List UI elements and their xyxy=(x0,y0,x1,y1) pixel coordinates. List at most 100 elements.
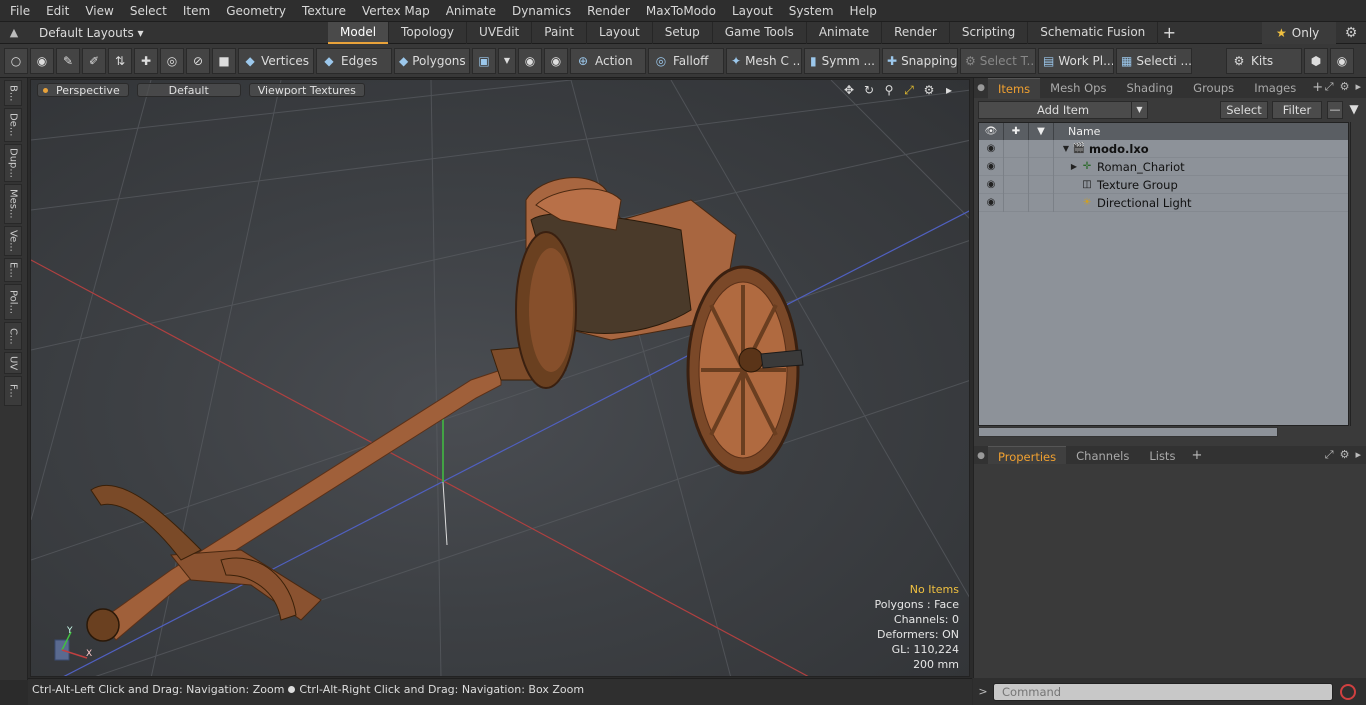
tab-model[interactable]: Model xyxy=(328,21,390,44)
tab-setup[interactable]: Setup xyxy=(653,21,713,44)
eye-icon[interactable]: ◉ xyxy=(979,157,1004,176)
menu-system[interactable]: System xyxy=(781,0,842,22)
command-history-icon[interactable]: > xyxy=(973,685,993,698)
side-tab-mesh-edit[interactable]: Mes... xyxy=(4,184,22,224)
menu-render[interactable]: Render xyxy=(579,0,638,22)
lock-cell[interactable] xyxy=(1004,157,1029,176)
menu-maxtomodo[interactable]: MaxToModo xyxy=(638,0,724,22)
pan-icon[interactable]: ✥ xyxy=(841,82,857,98)
menu-file[interactable]: File xyxy=(0,0,38,22)
list-item[interactable]: ◉ ▼ 🎬 modo.lxo xyxy=(979,139,1348,158)
panel-collapse-knob[interactable]: ● xyxy=(974,83,988,93)
shield-button[interactable]: ■ xyxy=(212,47,236,74)
gear-icon[interactable]: ⚙ xyxy=(1342,24,1360,42)
falloff-button[interactable]: ◎ Falloff xyxy=(648,47,724,74)
menu-view[interactable]: View xyxy=(77,0,121,22)
select-mode-button[interactable]: ○ xyxy=(4,47,28,74)
viewport-textures-button[interactable]: Viewport Textures xyxy=(248,83,365,97)
side-tab-basic[interactable]: B... xyxy=(4,80,22,106)
menu-item[interactable]: Item xyxy=(175,0,218,22)
layout-up-icon[interactable]: ▲ xyxy=(0,26,28,39)
visibility-column-eye-icon[interactable]: 👁 xyxy=(979,123,1004,140)
menu-select[interactable]: Select xyxy=(122,0,175,22)
expand-arrow-icon[interactable]: ▶ xyxy=(1068,162,1080,171)
tab-lists[interactable]: Lists xyxy=(1139,446,1185,466)
panel-collapse-knob[interactable]: ● xyxy=(974,451,988,461)
list-item[interactable]: ◉ ◫ Texture Group xyxy=(979,175,1348,194)
item-mode-button[interactable]: ▣ xyxy=(472,47,496,74)
expand-icon[interactable]: ⤢ xyxy=(1325,80,1334,94)
work-plane-button[interactable]: ▤ Work Pl... xyxy=(1038,47,1114,74)
eye-icon[interactable]: ◉ xyxy=(979,175,1004,194)
only-toggle[interactable]: ★ Only xyxy=(1262,22,1336,44)
side-tab-edge[interactable]: E... xyxy=(4,258,22,282)
menu-geometry[interactable]: Geometry xyxy=(218,0,294,22)
pen-button[interactable]: ✎ xyxy=(56,47,80,74)
side-tab-duplicate[interactable]: Dup... xyxy=(4,144,22,182)
eye-icon[interactable]: ◉ xyxy=(979,139,1004,158)
panel-menu-icon[interactable]: ▸ xyxy=(1355,448,1361,462)
side-tab-fusion[interactable]: F... xyxy=(4,376,22,406)
tab-mesh-ops[interactable]: Mesh Ops xyxy=(1040,78,1116,98)
mesh-constraints-button[interactable]: ✦ Mesh C ... xyxy=(726,47,802,74)
item-list-hscrollbar[interactable] xyxy=(978,427,1278,437)
tab-animate[interactable]: Animate xyxy=(807,21,883,44)
side-tab-vertex[interactable]: Ve... xyxy=(4,226,22,256)
symmetry-button[interactable]: ▮ Symm ... xyxy=(804,47,880,74)
tab-schematic-fusion[interactable]: Schematic Fusion xyxy=(1028,21,1159,44)
tab-paint[interactable]: Paint xyxy=(532,21,587,44)
panel-gear-icon[interactable]: ⚙ xyxy=(1340,448,1350,462)
target-button[interactable]: ◎ xyxy=(160,47,184,74)
collapse-button[interactable]: — xyxy=(1327,101,1343,119)
globe-button[interactable]: ◉ xyxy=(30,47,54,74)
funnel-icon[interactable]: ▼ xyxy=(1346,101,1362,119)
tab-uvedit[interactable]: UVEdit xyxy=(467,21,533,44)
layout-selector[interactable]: Default Layouts ▾ xyxy=(28,26,328,40)
tab-items[interactable]: Items xyxy=(988,77,1041,99)
select-button[interactable]: Select xyxy=(1220,101,1268,119)
polygons-button[interactable]: ◆ Polygons xyxy=(394,47,470,74)
lock-cell[interactable] xyxy=(1004,175,1029,194)
vertices-button[interactable]: ◆ Vertices xyxy=(238,47,314,74)
list-item[interactable]: ◉ ▶ ✛ Roman_Chariot xyxy=(979,157,1348,176)
center-button[interactable]: ✚ xyxy=(134,47,158,74)
menu-dynamics[interactable]: Dynamics xyxy=(504,0,579,22)
tab-render[interactable]: Render xyxy=(882,21,950,44)
menu-help[interactable]: Help xyxy=(842,0,885,22)
tab-layout[interactable]: Layout xyxy=(587,21,653,44)
viewport-gear-icon[interactable]: ⚙ xyxy=(921,82,937,98)
view-mode-button[interactable]: Perspective xyxy=(37,83,129,97)
unreal-button[interactable]: ◉ xyxy=(1330,47,1354,74)
no-button[interactable]: ⊘ xyxy=(186,47,210,74)
pivot-button[interactable]: ◉ xyxy=(544,47,568,74)
tab-groups[interactable]: Groups xyxy=(1183,78,1244,98)
menu-layout[interactable]: Layout xyxy=(724,0,781,22)
side-tab-deform[interactable]: De... xyxy=(4,108,22,142)
menu-animate[interactable]: Animate xyxy=(438,0,504,22)
side-tab-curve[interactable]: C... xyxy=(4,322,22,350)
zoom-icon[interactable]: ⚲ xyxy=(881,82,897,98)
snapping-button[interactable]: ✚ Snapping xyxy=(882,47,958,74)
maximize-icon[interactable]: ⤢ xyxy=(901,82,917,98)
type-column-icon[interactable]: ▼ xyxy=(1029,123,1054,140)
expand-icon[interactable]: ⤢ xyxy=(1325,448,1334,462)
unity-button[interactable]: ⬢ xyxy=(1304,47,1328,74)
eye-icon[interactable]: ◉ xyxy=(979,193,1004,212)
menu-vertex-map[interactable]: Vertex Map xyxy=(354,0,438,22)
panel-gear-icon[interactable]: ⚙ xyxy=(1340,80,1350,94)
lock-cell[interactable] xyxy=(1004,139,1029,158)
chevron-down-icon[interactable]: ▼ xyxy=(1131,102,1147,118)
material-button[interactable]: ◉ xyxy=(518,47,542,74)
rotate-icon[interactable]: ↻ xyxy=(861,82,877,98)
tab-scripting[interactable]: Scripting xyxy=(950,21,1029,44)
add-item-button[interactable]: Add Item ▼ xyxy=(978,101,1148,119)
link-button[interactable]: ⇅ xyxy=(108,47,132,74)
name-column-header[interactable]: Name xyxy=(1054,123,1100,140)
filter-button[interactable]: Filter xyxy=(1272,101,1322,119)
lock-cell[interactable] xyxy=(1004,193,1029,212)
mode-dropdown[interactable]: ▼ xyxy=(498,47,516,74)
item-list-vscrollbar[interactable] xyxy=(1350,122,1362,426)
action-center-button[interactable]: ⊕ Action xyxy=(570,47,646,74)
panel-menu-icon[interactable]: ▸ xyxy=(1355,80,1361,94)
side-tab-uv[interactable]: UV xyxy=(4,352,22,374)
